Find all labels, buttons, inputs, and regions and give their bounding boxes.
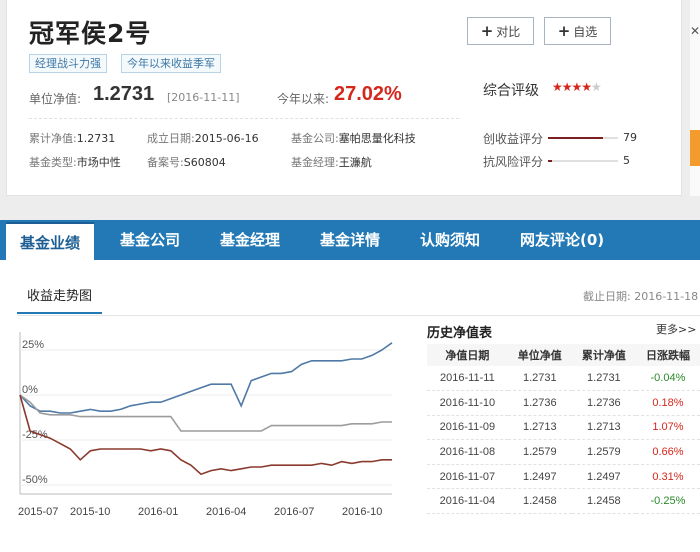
return-score-label: 创收益评分 <box>483 132 544 146</box>
x-tick-label: 2016-01 <box>138 506 178 518</box>
tab-bar: 基金业绩 基金公司 基金经理 基金详情 认购须知 网友评论(0) <box>0 220 700 260</box>
table-cell: 0.66% <box>635 439 700 465</box>
x-tick-label: 2016-07 <box>274 506 314 518</box>
divider <box>29 118 459 119</box>
table-cell: 1.2579 <box>571 439 636 465</box>
return-score-bar <box>548 137 618 139</box>
ytd-label: 今年以来: <box>277 92 330 106</box>
tab-details[interactable]: 基金详情 <box>320 220 380 260</box>
table-cell: 1.2713 <box>507 415 572 441</box>
table-row: 2016-11-07 1.2497 1.2497 0.31% <box>427 464 700 490</box>
tab-comments[interactable]: 网友评论(0) <box>520 220 604 260</box>
tag-manager-strength[interactable]: 经理战斗力强 <box>29 54 107 73</box>
close-icon[interactable]: ✕ <box>690 24 700 38</box>
risk-score-bar <box>548 160 618 162</box>
star-rating: ★★★★★ <box>552 80 602 94</box>
y-tick-label: 0% <box>22 384 38 396</box>
table-cell: 2016-11-08 <box>427 439 508 465</box>
table-cell: 1.2497 <box>571 464 636 490</box>
more-link[interactable]: 更多>> <box>656 321 696 337</box>
table-row: 2016-11-08 1.2579 1.2579 0.66% <box>427 439 700 465</box>
x-tick-label: 2016-10 <box>342 506 382 518</box>
table-cell: 1.2458 <box>507 488 572 515</box>
table-cell: 1.2458 <box>571 488 636 515</box>
fund-company[interactable]: 基金公司:塞帕思量化科技 <box>291 130 416 146</box>
tab-manager[interactable]: 基金经理 <box>220 220 280 260</box>
series-line-1 <box>19 394 392 432</box>
column-header: 单位净值 <box>507 344 572 366</box>
table-cell: 1.2579 <box>507 439 572 465</box>
table-cell: 2016-11-10 <box>427 390 508 416</box>
return-score-value: 79 <box>623 131 637 144</box>
table-row: 2016-11-10 1.2736 1.2736 0.18% <box>427 390 700 416</box>
table-cell: 1.2497 <box>507 464 572 490</box>
series-line-2 <box>19 394 392 476</box>
table-cell: 1.2736 <box>507 390 572 416</box>
table-cell: 0.18% <box>635 390 700 416</box>
table-cell: -0.25% <box>635 488 700 515</box>
column-header: 净值日期 <box>427 344 508 366</box>
table-row: 2016-11-09 1.2713 1.2713 1.07% <box>427 415 700 441</box>
return-trend-chart: 25% 0% -25% -50% 2015-07 2015-10 2016-01 2016-0… <box>18 332 393 518</box>
compare-button[interactable]: + 对比 <box>467 17 534 45</box>
nav-label: 单位净值: <box>29 92 82 106</box>
x-tick-label: 2015-10 <box>70 506 110 518</box>
history-table-title: 历史净值表 <box>427 326 493 341</box>
risk-score-value: 5 <box>623 154 630 167</box>
tab-company[interactable]: 基金公司 <box>120 220 180 260</box>
table-cell: 1.2736 <box>571 390 636 416</box>
table-cell: 2016-11-11 <box>427 366 508 392</box>
y-tick-label: -25% <box>22 429 48 441</box>
table-cell: 2016-11-09 <box>427 415 508 441</box>
tab-performance[interactable]: 基金业绩 <box>6 222 95 260</box>
table-cell: -0.04% <box>635 366 700 392</box>
performance-section: 基金业绩 基金公司 基金经理 基金详情 认购须知 网友评论(0) 收益走势图 截… <box>0 220 700 552</box>
series-line-0 <box>19 342 393 414</box>
nav-value: 1.2731 <box>93 83 155 105</box>
fund-title: 冠军侯2号 <box>29 19 152 48</box>
table-cell: 2016-11-07 <box>427 464 508 490</box>
record-number: 备案号:S60804 <box>147 156 226 169</box>
plus-icon: + <box>557 22 571 40</box>
table-cell: 1.2731 <box>507 366 572 392</box>
fund-type: 基金类型:市场中性 <box>29 156 121 169</box>
side-action-tab[interactable] <box>690 130 700 166</box>
fund-summary-card: 冠军侯2号 经理战斗力强 今年以来收益季军 单位净值: 1.2731 [2016… <box>6 0 682 196</box>
plus-icon: + <box>480 22 494 40</box>
table-cell: 1.2713 <box>571 415 636 441</box>
as-of-date: 截止日期: 2016-11-18 <box>583 290 699 303</box>
table-row: 2016-11-11 1.2731 1.2731 -0.04% <box>427 366 700 392</box>
divider <box>17 315 700 316</box>
nav-date: [2016-11-11] <box>167 91 240 104</box>
tag-ytd-rank[interactable]: 今年以来收益季军 <box>121 54 221 73</box>
column-header: 日涨跌幅 <box>635 344 700 366</box>
ytd-return-value: 27.02% <box>334 83 402 105</box>
add-watchlist-button[interactable]: + 自选 <box>544 17 611 45</box>
y-tick-label: 25% <box>22 339 44 351</box>
table-cell: 1.07% <box>635 415 700 441</box>
cumulative-nav: 累计净值:1.2731 <box>29 132 116 145</box>
inception-date: 成立日期:2015-06-16 <box>147 132 259 145</box>
rating-label: 综合评级 <box>483 83 539 99</box>
subtab-return-trend[interactable]: 收益走势图 <box>17 286 103 314</box>
fund-manager[interactable]: 基金经理:王濂航 <box>291 154 372 170</box>
x-tick-label: 2016-04 <box>206 506 246 518</box>
nav-history-table: 净值日期 单位净值 累计净值 日涨跌幅 2016-11-11 1.2731 1.2731-… <box>427 344 700 515</box>
column-header: 累计净值 <box>571 344 636 366</box>
risk-score-label: 抗风险评分 <box>483 155 544 169</box>
y-tick-label: -50% <box>22 474 48 486</box>
x-tick-label: 2015-07 <box>18 506 58 518</box>
table-cell: 0.31% <box>635 464 700 490</box>
table-cell: 2016-11-04 <box>427 488 508 515</box>
table-cell: 1.2731 <box>571 366 636 392</box>
table-row: 2016-11-04 1.2458 1.2458 -0.25% <box>427 488 700 515</box>
tab-subscription[interactable]: 认购须知 <box>420 220 480 260</box>
